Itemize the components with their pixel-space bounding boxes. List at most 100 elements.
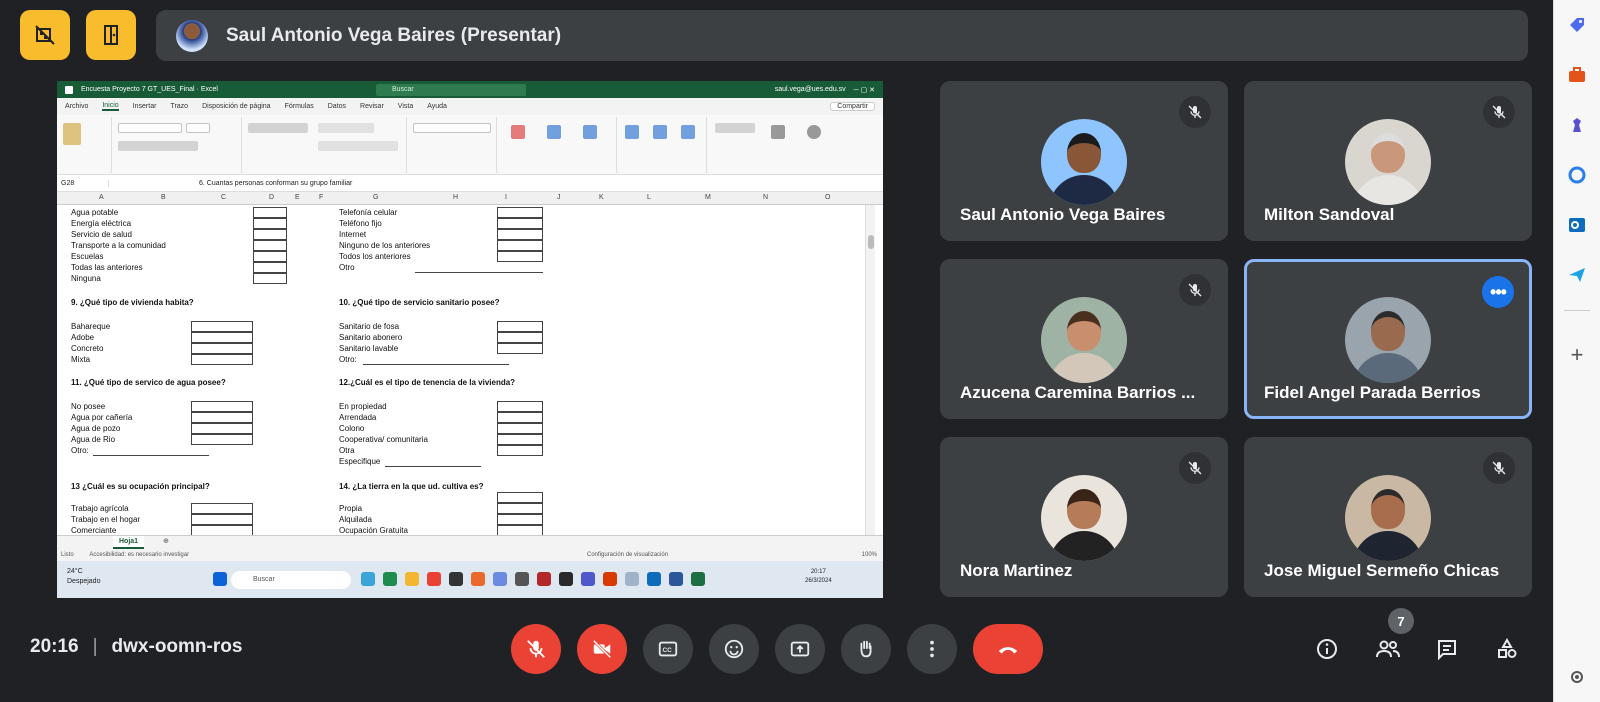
leave-call-button[interactable] [973, 624, 1043, 674]
cell: Bahareque [71, 322, 111, 331]
participant-tile[interactable]: Milton Sandoval [1244, 81, 1532, 241]
excel-menu-item[interactable]: Insertar [133, 103, 157, 110]
vertical-scrollbar[interactable] [865, 205, 875, 535]
excel-menu-item[interactable]: Inicio [102, 102, 119, 111]
number-format-select[interactable] [413, 123, 491, 133]
taskbar-app-icon[interactable] [515, 572, 529, 586]
merge-center-button[interactable] [318, 141, 398, 151]
formula-input[interactable]: 6. Cuantas personas conforman su grupo f… [109, 180, 352, 187]
excel-menu-item[interactable]: Datos [328, 103, 346, 110]
raise-hand-button[interactable] [841, 624, 891, 674]
participant-tile-active[interactable]: ••• Fidel Angel Parada Berrios [1244, 259, 1532, 419]
accessibility-status[interactable]: Accesibilidad: es necesario investigar [89, 552, 189, 558]
excel-menu-item[interactable]: Revisar [360, 103, 384, 110]
more-options-icon[interactable]: ••• [1482, 276, 1514, 308]
copilot-icon[interactable] [1562, 160, 1592, 190]
col-header: E [295, 194, 300, 201]
outlook-icon[interactable] [1562, 210, 1592, 240]
paste-icon[interactable] [63, 123, 81, 145]
camera-toggle-button[interactable] [577, 624, 627, 674]
excel-menu-item[interactable]: Archivo [65, 103, 88, 110]
align-icons[interactable] [248, 123, 308, 133]
taskbar-app-icon[interactable] [537, 572, 551, 586]
participant-tile[interactable]: Saul Antonio Vega Baires [940, 81, 1228, 241]
sort-filter-icon[interactable] [771, 125, 785, 139]
cell: Agua de pozo [71, 424, 121, 433]
reactions-button[interactable] [709, 624, 759, 674]
excel-menu-item[interactable]: Ayuda [427, 103, 447, 110]
weather-widget[interactable]: 24°C Despejado [67, 567, 100, 587]
excel-search[interactable]: Buscar [375, 83, 526, 96]
people-button[interactable] [1368, 629, 1408, 669]
send-icon[interactable] [1562, 260, 1592, 290]
briefcase-icon[interactable] [1562, 60, 1592, 90]
font-format-icons[interactable] [118, 141, 198, 151]
question-12: 12.¿Cuál es el tipo de tenencia de la vi… [339, 378, 516, 387]
chat-button[interactable] [1427, 629, 1467, 669]
excel-menu-item[interactable]: Fórmulas [285, 103, 314, 110]
excel-share-button[interactable]: Compartir [830, 102, 875, 111]
meeting-details-button[interactable] [1307, 629, 1347, 669]
delete-cells-icon[interactable] [653, 125, 667, 139]
font-size-select[interactable] [186, 123, 210, 133]
name-box[interactable]: G28 [57, 179, 109, 187]
taskbar-teams-icon[interactable] [581, 572, 595, 586]
taskbar-terminal-icon[interactable] [559, 572, 573, 586]
mic-toggle-button[interactable] [511, 624, 561, 674]
taskbar-app-icon[interactable] [449, 572, 463, 586]
excel-menu: Archivo Inicio Insertar Trazo Disposició… [57, 98, 883, 115]
sheet-tab[interactable]: Hoja1 [113, 536, 145, 549]
participant-tile[interactable]: Jose Miguel Sermeño Chicas [1244, 437, 1532, 597]
taskbar-app-icon[interactable] [625, 572, 639, 586]
worksheet-grid[interactable]: Agua potable Energía eléctrica Servicio … [57, 205, 865, 535]
present-screen-button[interactable] [775, 624, 825, 674]
taskbar-edge-icon[interactable] [383, 572, 397, 586]
wrap-text-button[interactable] [318, 123, 374, 133]
excel-menu-item[interactable]: Vista [398, 103, 413, 110]
insert-cells-icon[interactable] [625, 125, 639, 139]
add-sheet-icon[interactable]: ⊕ [163, 537, 169, 545]
autosum-icon[interactable] [715, 123, 755, 133]
tag-icon[interactable] [1562, 10, 1592, 40]
taskbar-app-icon[interactable] [361, 572, 375, 586]
taskbar-outlook-icon[interactable] [647, 572, 661, 586]
table-format-icon[interactable] [547, 125, 561, 139]
participant-tile[interactable]: Nora Martinez [940, 437, 1228, 597]
cell-styles-icon[interactable] [583, 125, 597, 139]
windows-start-icon[interactable] [213, 572, 227, 586]
taskbar-chrome-icon[interactable] [427, 572, 441, 586]
captions-button[interactable]: CC [643, 624, 693, 674]
taskbar-folder-icon[interactable] [405, 572, 419, 586]
answer-box [253, 251, 287, 262]
excel-menu-item[interactable]: Trazo [170, 103, 188, 110]
taskbar-search[interactable]: Buscar [231, 571, 351, 589]
more-options-button[interactable] [907, 624, 957, 674]
activities-button[interactable] [1487, 629, 1527, 669]
cell: Sanitario de fosa [339, 322, 400, 331]
add-icon[interactable]: + [1562, 340, 1592, 370]
settings-gear-icon[interactable] [1562, 662, 1592, 692]
taskbar-clock[interactable]: 20:17 26/3/2024 [805, 568, 832, 586]
chess-icon[interactable] [1562, 110, 1592, 140]
taskbar-excel-icon[interactable] [691, 572, 705, 586]
conditional-format-icon[interactable] [511, 125, 525, 139]
view-setting[interactable]: Configuración de visualización [587, 549, 668, 561]
format-cells-icon[interactable] [681, 125, 695, 139]
leave-room-button[interactable] [86, 10, 136, 60]
camera-off-indicator-button[interactable] [20, 10, 70, 60]
question-14: 14. ¿La tierra en la que ud. cultiva es? [339, 482, 484, 491]
col-header: I [505, 194, 507, 201]
font-name-select[interactable] [118, 123, 182, 133]
meeting-code[interactable]: dwx-oomn-ros [112, 636, 243, 658]
answer-box [497, 207, 543, 218]
taskbar-acrobat-icon[interactable] [603, 572, 617, 586]
taskbar-app-icon[interactable] [493, 572, 507, 586]
scroll-thumb[interactable] [868, 235, 874, 249]
excel-menu-item[interactable]: Disposición de página [202, 103, 271, 110]
taskbar-firefox-icon[interactable] [471, 572, 485, 586]
zoom-level[interactable]: 100% [862, 549, 877, 561]
find-select-icon[interactable] [807, 125, 821, 139]
participant-tile[interactable]: Azucena Caremina Barrios ... [940, 259, 1228, 419]
taskbar-word-icon[interactable] [669, 572, 683, 586]
svg-text:CC: CC [663, 647, 673, 654]
